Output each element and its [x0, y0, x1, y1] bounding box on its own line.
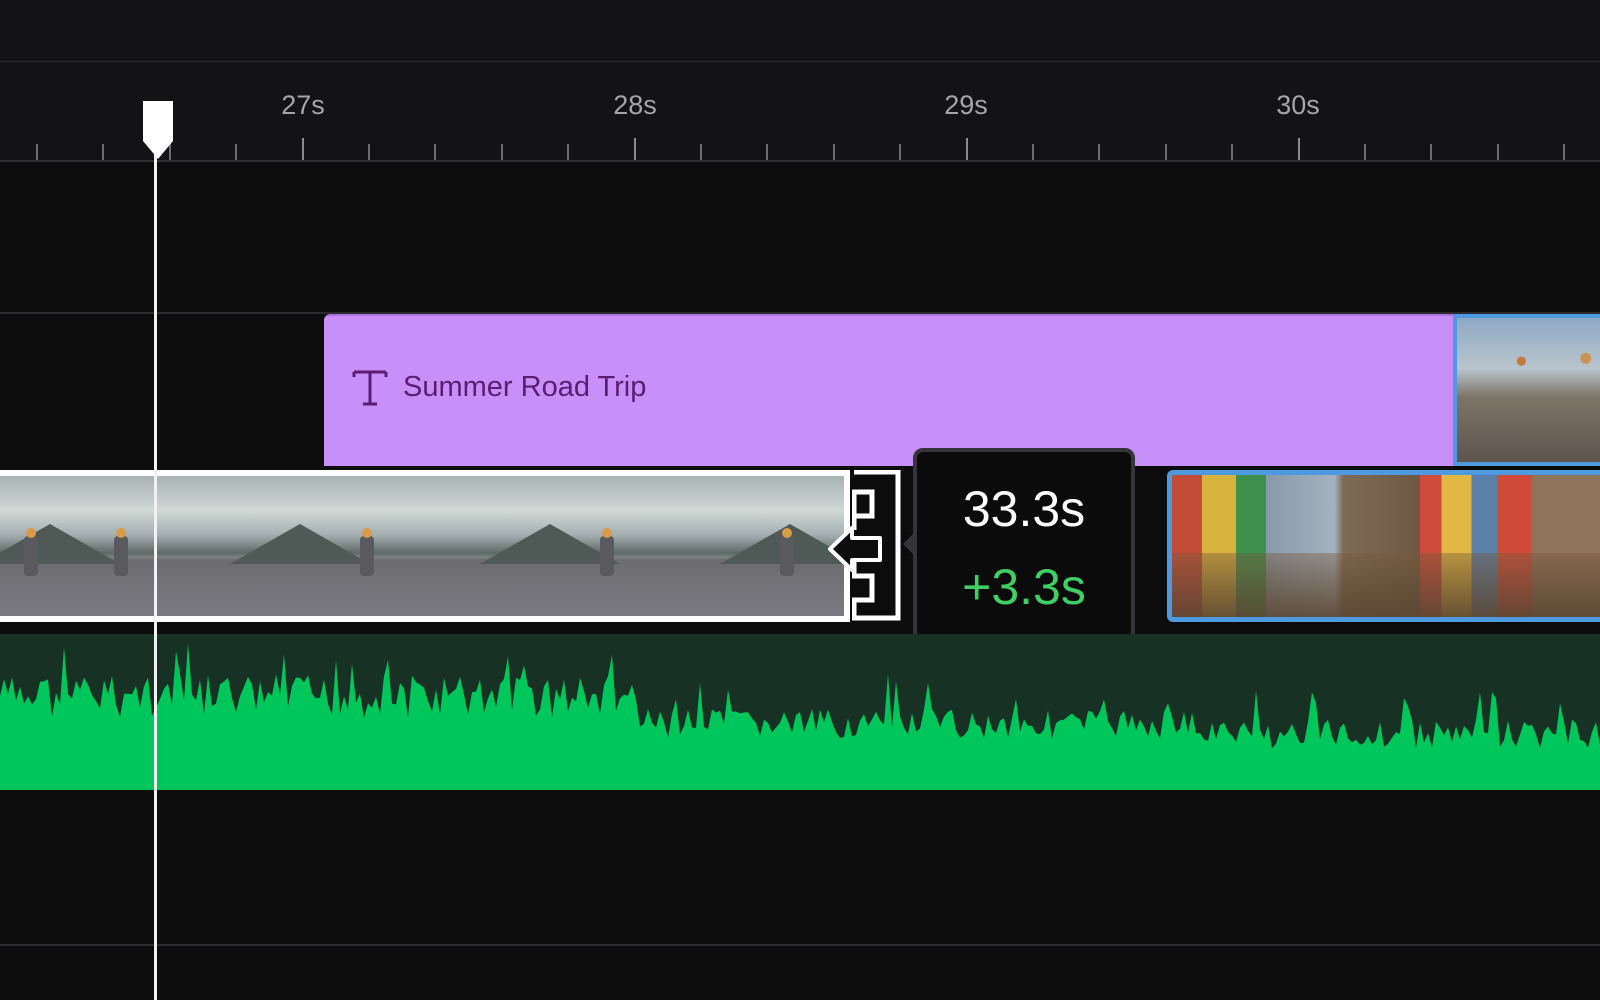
title-clip[interactable]: Summer Road Trip — [324, 314, 1453, 466]
ruler-label-28s: 28s — [613, 90, 657, 120]
ruler-tick — [1165, 144, 1167, 160]
thumbnail-mountain — [230, 524, 370, 564]
ruler-tick — [833, 144, 835, 160]
thumbnail-skater — [360, 528, 374, 576]
ruler-tick — [501, 144, 503, 160]
ruler-tick — [102, 144, 104, 160]
ruler-label-29s: 29s — [944, 90, 988, 120]
trim-duration-tooltip: 33.3s +3.3s — [903, 448, 1135, 642]
ruler-label-30s: 30s — [1276, 90, 1320, 120]
ruler-tick — [700, 144, 702, 160]
ruler-tick — [302, 138, 304, 160]
title-clip-label: Summer Road Trip — [403, 371, 647, 403]
ruler-tick — [634, 138, 636, 160]
thumbnail-skater — [24, 528, 38, 576]
ruler-tick — [1098, 144, 1100, 160]
ruler-tick — [235, 144, 237, 160]
ruler-label-27s: 27s — [281, 90, 325, 120]
timeline-toolbar — [0, 0, 1600, 63]
thumbnail-mountain — [0, 524, 120, 564]
audio-waveform — [0, 643, 1600, 790]
thumbnail-skater — [780, 528, 794, 576]
playhead-handle[interactable] — [141, 99, 175, 161]
duration-delta-readout: +3.3s — [962, 559, 1086, 615]
ruler-tick — [1430, 144, 1432, 160]
playhead-line[interactable] — [154, 150, 157, 1000]
ruler-tick — [1563, 144, 1565, 160]
video-clip-selected[interactable] — [0, 470, 850, 622]
ruler-tick — [899, 144, 901, 160]
ruler-tick — [1231, 144, 1233, 160]
thumbnail-mountain — [480, 524, 620, 564]
time-ruler[interactable]: 27s 28s 29s 30s — [0, 62, 1600, 162]
thumbnail-skater — [600, 528, 614, 576]
track-divider — [0, 944, 1600, 946]
ruler-tick — [1497, 144, 1499, 160]
ruler-tick — [567, 144, 569, 160]
ruler-tick — [36, 144, 38, 160]
ruler-tick — [966, 138, 968, 160]
thumbnail-skater — [114, 528, 128, 576]
trim-left-arrow-icon — [828, 526, 882, 572]
video-clip-next[interactable] — [1167, 470, 1600, 622]
photo-clip-thumbnail[interactable] — [1453, 314, 1600, 466]
ruler-tick — [1364, 144, 1366, 160]
audio-track[interactable] — [0, 634, 1600, 790]
ruler-tick — [1032, 144, 1034, 160]
ruler-tick — [368, 144, 370, 160]
ruler-tick — [434, 144, 436, 160]
text-tool-icon — [352, 370, 388, 406]
ruler-tick — [766, 144, 768, 160]
clip-duration-readout: 33.3s — [962, 481, 1086, 537]
ruler-tick — [1298, 138, 1300, 160]
